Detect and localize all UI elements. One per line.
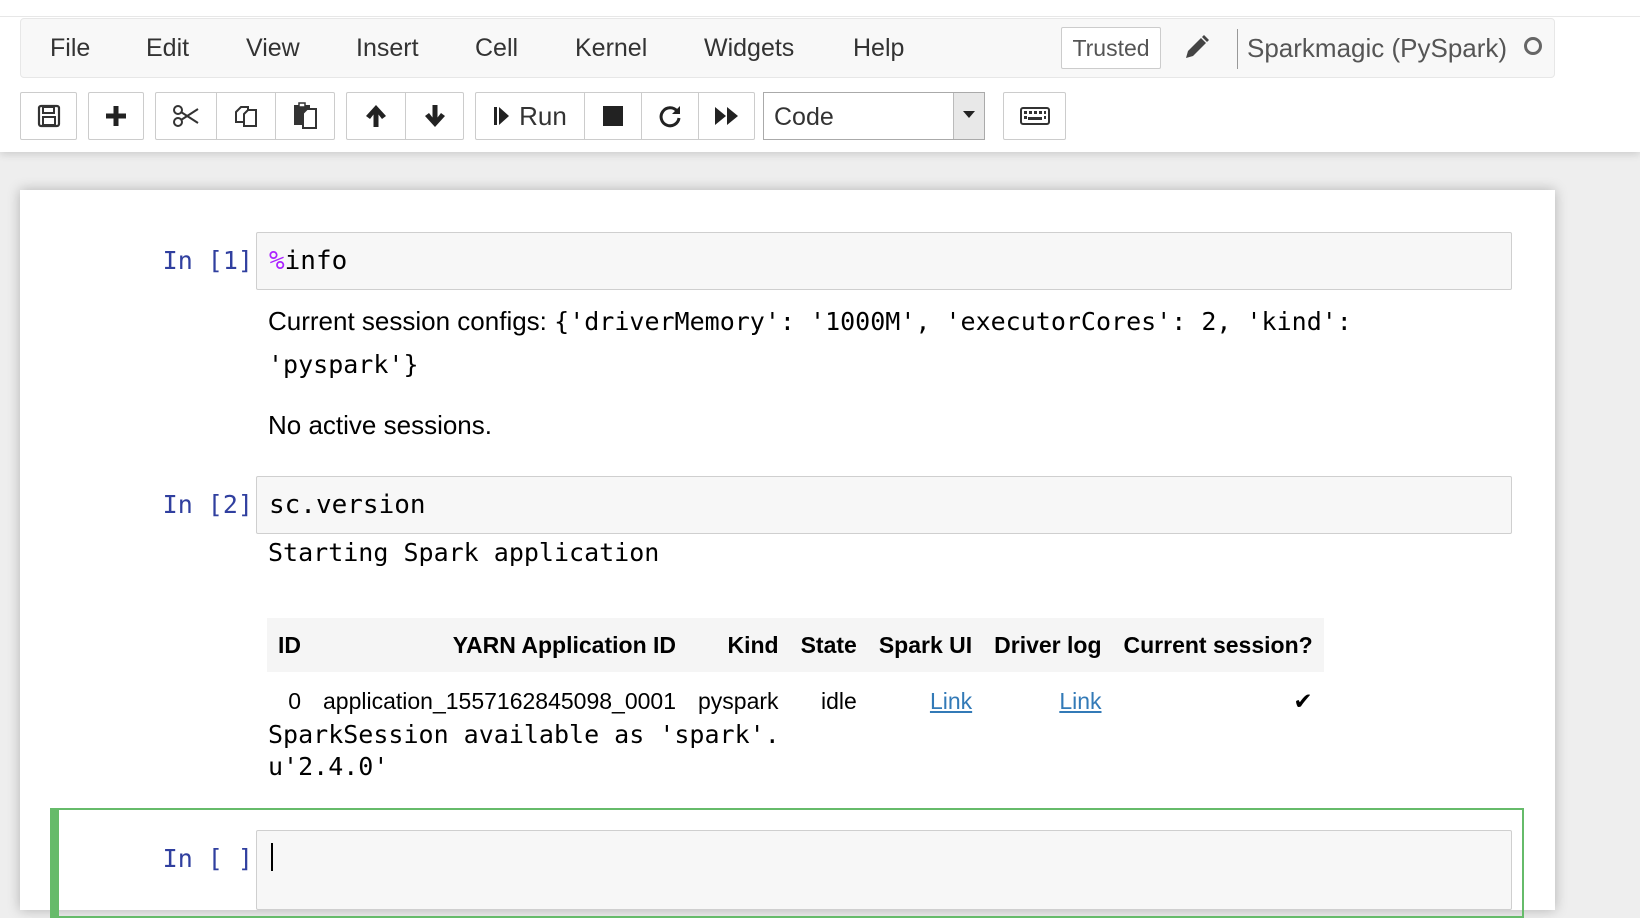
run-button[interactable]: Run — [476, 93, 584, 139]
copy-icon — [235, 106, 257, 127]
notebook-header: File Edit View Insert Cell Kernel Widget… — [0, 0, 1640, 152]
table-cell: idle — [821, 687, 857, 714]
code-input[interactable]: sc.version — [256, 476, 1512, 534]
menu-view[interactable]: View — [246, 19, 300, 77]
keyboard-group — [1003, 92, 1066, 140]
session-table: ID YARN Application ID Kind State Spark … — [267, 618, 1324, 730]
spark-ui-link[interactable]: Link — [930, 688, 972, 714]
arrow-down-icon — [424, 105, 445, 127]
kernel-idle-indicator-icon — [1524, 37, 1542, 55]
output-version: u'2.4.0' — [268, 752, 389, 781]
run-group: Run — [475, 92, 755, 140]
move-up-button[interactable] — [347, 93, 405, 139]
table-cell: Link — [868, 672, 983, 730]
chevron-down-icon — [953, 93, 984, 139]
command-palette-button[interactable] — [1004, 93, 1065, 139]
keyboard-icon — [1019, 107, 1050, 125]
output-starting: Starting Spark application — [268, 538, 660, 567]
move-group — [346, 92, 464, 140]
insert-group — [88, 92, 144, 140]
kernel-separator — [1237, 29, 1238, 69]
header-rule — [0, 0, 1640, 17]
output-config-prefix: Current session configs: — [268, 306, 555, 336]
stop-icon — [603, 106, 623, 126]
menu-cell[interactable]: Cell — [475, 19, 518, 77]
table-header-row: ID YARN Application ID Kind State Spark … — [267, 618, 1324, 672]
fast-forward-icon — [714, 107, 738, 125]
paste-icon — [294, 102, 317, 129]
menu-edit[interactable]: Edit — [146, 19, 189, 77]
output-config: Current session configs: {'driverMemory'… — [268, 306, 1352, 337]
cell-type-select[interactable]: Code — [763, 92, 985, 140]
code-input[interactable] — [256, 830, 1512, 910]
save-button[interactable] — [21, 93, 76, 139]
table-header: Kind — [687, 618, 790, 672]
menu-help[interactable]: Help — [853, 19, 904, 77]
code-text: info — [284, 246, 348, 276]
magic-percent: % — [269, 246, 285, 276]
pencil-icon[interactable] — [1181, 31, 1211, 65]
table-header: Current session? — [1112, 618, 1324, 672]
copy-button[interactable] — [217, 93, 275, 139]
table-header: ID — [267, 618, 312, 672]
output-config-value: {'driverMemory': '1000M', 'executorCores… — [554, 307, 1352, 336]
save-group — [20, 92, 77, 140]
scissors-icon — [173, 105, 199, 127]
driver-log-link[interactable]: Link — [1059, 688, 1101, 714]
run-all-button[interactable] — [699, 93, 754, 139]
menu-bar: File Edit View Insert Cell Kernel Widget… — [20, 18, 1555, 78]
insert-cell-button[interactable] — [89, 93, 143, 139]
save-icon — [37, 104, 60, 128]
notebook-container: In [1]: %info Current session configs: {… — [20, 190, 1555, 918]
trusted-badge[interactable]: Trusted — [1061, 27, 1161, 69]
plus-icon — [106, 106, 126, 126]
run-label: Run — [519, 100, 567, 131]
move-down-button[interactable] — [406, 93, 463, 139]
clipboard-group — [155, 92, 335, 140]
code-input[interactable]: %info — [256, 232, 1512, 290]
arrow-up-icon — [366, 105, 386, 127]
table-header: Driver log — [983, 618, 1113, 672]
output-config-continued: 'pyspark'} — [268, 350, 419, 379]
current-session-checkmark-icon: ✔ — [1293, 687, 1313, 714]
output-session-status: No active sessions. — [268, 410, 492, 440]
cell-prompt: In [2]: — [162, 490, 268, 519]
table-header: State — [789, 618, 868, 672]
cell-type-value: Code — [774, 103, 834, 131]
menu-file[interactable]: File — [50, 19, 90, 77]
output-spark-session: SparkSession available as 'spark'. — [268, 720, 780, 749]
table-header: YARN Application ID — [312, 618, 688, 672]
run-icon — [494, 107, 510, 125]
menu-insert[interactable]: Insert — [356, 19, 419, 77]
stop-button[interactable] — [585, 93, 641, 139]
table-cell: Link — [983, 672, 1112, 730]
paste-button[interactable] — [276, 93, 334, 139]
menu-widgets[interactable]: Widgets — [704, 19, 794, 77]
restart-button[interactable] — [642, 93, 698, 139]
cell-prompt: In [1]: — [162, 246, 268, 275]
text-cursor — [271, 843, 273, 871]
menu-kernel[interactable]: Kernel — [575, 19, 647, 77]
table-header: Spark UI — [867, 618, 984, 672]
restart-icon — [659, 106, 681, 128]
cut-button[interactable] — [156, 93, 216, 139]
code-text: sc.version — [269, 490, 426, 520]
kernel-name[interactable]: Sparkmagic (PySpark) — [1247, 19, 1507, 77]
cell-prompt: In [ ]: — [162, 844, 268, 873]
